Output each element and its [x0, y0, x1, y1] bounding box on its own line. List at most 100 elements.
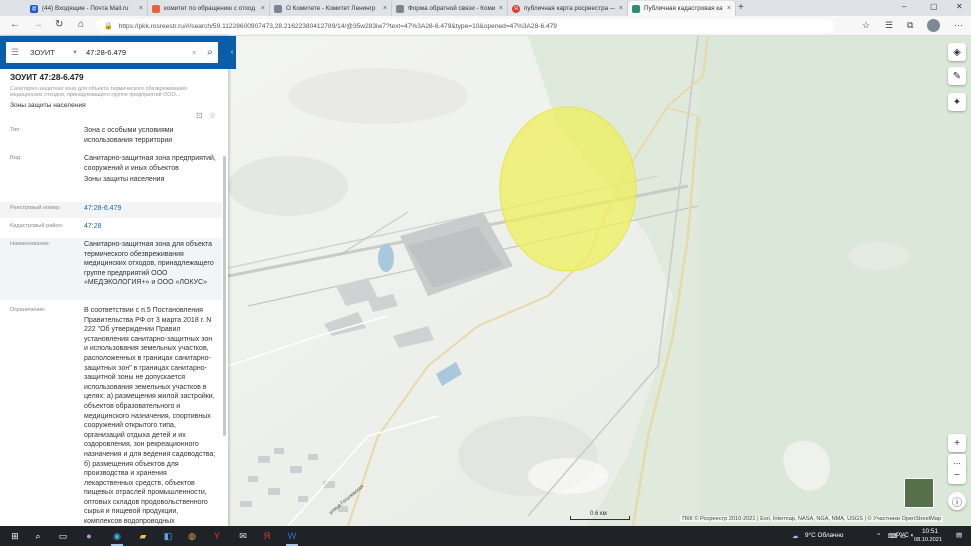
- search-category-select[interactable]: ЗОУИТ: [24, 48, 72, 57]
- store-icon[interactable]: ◧: [161, 529, 175, 543]
- site-icon: [274, 4, 282, 13]
- browser-tab-active[interactable]: Публичная кадастровая карта ×: [628, 1, 736, 16]
- edge-browser-icon[interactable]: ◉: [110, 529, 124, 546]
- address-bar[interactable]: 🔒 https://pkk.rosreestr.ru/#/search/59.1…: [96, 19, 834, 33]
- file-explorer-icon[interactable]: ▰: [136, 529, 150, 543]
- info-button[interactable]: ⓘ: [948, 492, 966, 510]
- field-row-kind: Вид: Санитарно-защитная зона предприятий…: [0, 152, 222, 198]
- site-icon: [396, 4, 404, 13]
- favorites-bar-icon[interactable]: ☰: [885, 20, 893, 31]
- clear-icon[interactable]: ×: [192, 48, 202, 57]
- zoom-out-minus-button[interactable]: −: [948, 466, 966, 484]
- clock-time[interactable]: 10:51: [922, 528, 938, 535]
- browser-toolbar: ← → ↻ ⌂ 🔒 https://pkk.rosreestr.ru/#/sea…: [0, 16, 971, 36]
- profile-avatar[interactable]: [927, 19, 940, 32]
- weather-icon: ☁: [792, 533, 799, 540]
- favorite-star-icon[interactable]: ☆: [862, 20, 870, 31]
- layers-button[interactable]: ◈: [948, 43, 966, 61]
- collapse-panel-button[interactable]: ‹: [228, 36, 236, 69]
- new-tab-button[interactable]: +: [738, 2, 744, 13]
- tab-title: О Комитете - Комитет Ленингр: [286, 5, 376, 12]
- chrome-icon[interactable]: ◍: [185, 529, 199, 543]
- clock-date[interactable]: 08.10.2021: [914, 537, 942, 543]
- browser-tab[interactable]: Я публичная карта росреестра — Я ×: [508, 1, 628, 16]
- language-indicator[interactable]: РУС: [896, 532, 909, 539]
- mail-icon: @: [30, 4, 38, 13]
- basemap-switcher-thumbnail[interactable]: [904, 478, 934, 508]
- more-menu-icon[interactable]: ⋯: [954, 20, 963, 31]
- close-window-icon[interactable]: ✕: [956, 2, 963, 11]
- object-title: ЗОУИТ 47:28-6.479: [10, 73, 84, 82]
- chevron-down-icon[interactable]: ▼: [72, 50, 82, 56]
- field-label: Кадастровый район:: [10, 223, 64, 229]
- windows-start-icon[interactable]: ⊞: [8, 529, 22, 543]
- search-header: ☰ ЗОУИТ ▼ 47:28-6.479 × ⌕: [0, 36, 228, 69]
- tab-title: Публичная кадастровая карта: [644, 5, 723, 12]
- favorite-star-icon[interactable]: ☆: [209, 111, 216, 120]
- field-row-name: Наименование: Санитарно-защитная зона дл…: [0, 238, 222, 300]
- rosreestr-icon: [632, 4, 640, 13]
- reload-icon[interactable]: ↻: [55, 19, 63, 30]
- zoom-in-button[interactable]: +: [948, 434, 966, 452]
- back-icon[interactable]: ←: [10, 19, 20, 30]
- field-value: В соответствии с п.5 Постановления Прави…: [84, 307, 216, 526]
- url-text: https://pkk.rosreestr.ru/#/search/59.112…: [118, 22, 557, 30]
- site-icon: [152, 4, 160, 13]
- search-icon[interactable]: ⌕: [202, 47, 218, 58]
- field-value-secondary: Зоны защиты населения: [84, 176, 165, 184]
- close-tab-icon[interactable]: ×: [261, 5, 265, 12]
- task-view-icon[interactable]: ▭: [56, 529, 70, 543]
- yandex-icon: Я: [512, 4, 520, 13]
- field-row-restriction: Ограничение: В соответствии с п.5 Постан…: [0, 304, 222, 526]
- object-subtitle: Санитарно-защитная зона для объекта терм…: [10, 86, 187, 98]
- search-icon[interactable]: ⌕: [31, 529, 45, 543]
- ruler-button[interactable]: ✎: [948, 67, 966, 85]
- close-tab-icon[interactable]: ×: [139, 5, 143, 12]
- close-tab-icon[interactable]: ×: [727, 5, 731, 12]
- field-row-type: Тип: Зона с особыми условиями использова…: [0, 124, 222, 150]
- browser-tab[interactable]: комитет по обращению с отход ×: [148, 1, 270, 16]
- weather-text[interactable]: 9°C Облачно: [805, 532, 843, 539]
- forward-icon[interactable]: →: [33, 19, 43, 30]
- field-value-main: Санитарно-защитная зона предприятий, соо…: [84, 155, 216, 172]
- yandex-browser-icon[interactable]: Y: [210, 529, 224, 543]
- windows-taskbar: ⊞ ⌕ ▭ ● ◉ ▰ ◧ ◍ Y ✉ Я W ☁ 9°C Облачно ⌃ …: [0, 526, 971, 546]
- collections-icon[interactable]: ⧉: [907, 20, 913, 31]
- minimize-icon[interactable]: –: [902, 2, 906, 11]
- app-icon[interactable]: ●: [82, 529, 96, 543]
- close-tab-icon[interactable]: ×: [619, 5, 623, 12]
- panel-scrollbar[interactable]: [223, 156, 226, 436]
- field-value: Санитарно-защитная зона предприятий, соо…: [84, 152, 222, 198]
- close-tab-icon[interactable]: ×: [499, 5, 503, 12]
- search-input[interactable]: 47:28-6.479: [82, 48, 192, 57]
- object-kind: Зоны защиты населения: [10, 102, 86, 109]
- tray-expand-icon[interactable]: ⌃: [876, 532, 881, 540]
- browser-tab[interactable]: Форма обратной связи - Комит ×: [392, 1, 508, 16]
- tab-title: публичная карта росреестра — Я: [524, 5, 615, 12]
- cadastral-district-link[interactable]: 47:28: [84, 220, 222, 236]
- home-icon[interactable]: ⌂: [78, 19, 84, 30]
- yandex-icon[interactable]: Я: [260, 529, 274, 543]
- info-panel: ☰ ЗОУИТ ▼ 47:28-6.479 × ⌕ ЗОУИТ 47:28-6.…: [0, 36, 228, 526]
- tab-title: комитет по обращению с отход: [164, 5, 256, 12]
- map-attribution: ПКК © Росреестр 2010-2021 | Esri, Interm…: [680, 516, 943, 522]
- bookmark-icon[interactable]: ⊡: [196, 111, 203, 120]
- close-tab-icon[interactable]: ×: [383, 5, 387, 12]
- field-label: Наименование:: [10, 241, 51, 247]
- registry-number-link[interactable]: 47:28-6.479: [84, 202, 222, 218]
- menu-icon[interactable]: ☰: [6, 47, 24, 58]
- field-label: Ограничение:: [10, 307, 46, 313]
- maximize-icon[interactable]: ▢: [930, 2, 938, 11]
- sanitary-zone-polygon[interactable]: [499, 106, 637, 272]
- notifications-icon[interactable]: ▤: [956, 531, 962, 539]
- word-icon[interactable]: W: [285, 529, 299, 546]
- locate-button[interactable]: ✦: [948, 93, 966, 111]
- browser-tab[interactable]: @ (44) Входящие - Почта Mail.ru ×: [26, 1, 148, 16]
- map-canvas[interactable]: [228, 36, 971, 526]
- mail-app-icon[interactable]: ✉: [236, 529, 250, 543]
- browser-tab[interactable]: О Комитете - Комитет Ленингр ×: [270, 1, 392, 16]
- field-value: Зона с особыми условиями использования т…: [84, 127, 174, 144]
- field-label: Реестровый номер:: [10, 205, 61, 211]
- search-box[interactable]: ☰ ЗОУИТ ▼ 47:28-6.479 × ⌕: [6, 42, 218, 63]
- map-view[interactable]: ◈ ✎ ✦ + ⋯ − ⓘ улица Гоголевская 0.6 км П…: [228, 36, 971, 526]
